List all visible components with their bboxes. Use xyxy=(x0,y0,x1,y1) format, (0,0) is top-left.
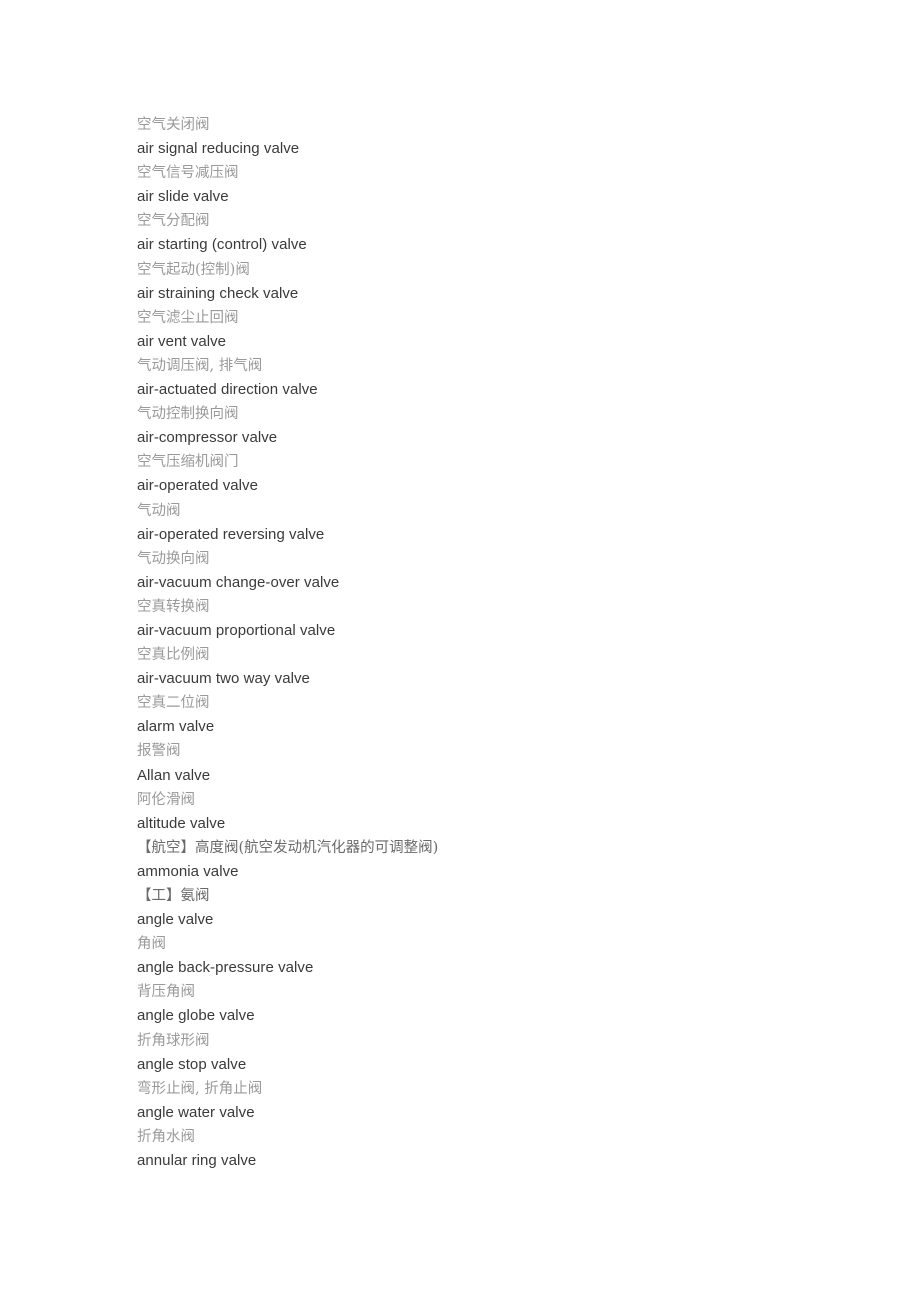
glossary-term-line: alarm valve xyxy=(137,718,215,736)
glossary-translation-line: 空气分配阀 xyxy=(137,213,210,230)
glossary-term-line: air-compressor valve xyxy=(137,429,278,447)
glossary-term-line: air-actuated direction valve xyxy=(137,381,318,399)
glossary-term-line: angle valve xyxy=(137,911,214,929)
glossary-term-line: angle back-pressure valve xyxy=(137,959,314,977)
glossary-translation-line: 气动换向阀 xyxy=(137,550,210,567)
glossary-term-line: annular ring valve xyxy=(137,1152,257,1170)
glossary-translation-line: 气动阀 xyxy=(137,502,181,519)
glossary-translation-line: 【航空】高度阀(航空发动机汽化器的可调整阀) xyxy=(137,839,439,856)
glossary-translation-line: 角阀 xyxy=(137,936,166,953)
glossary-translation-line: 背压角阀 xyxy=(137,984,195,1001)
glossary-translation-line: 阿伦滑阀 xyxy=(137,791,195,808)
glossary-translation-line: 气动控制换向阀 xyxy=(137,406,239,423)
glossary-translation-line: 空气起动(控制)阀 xyxy=(137,261,250,278)
glossary-term-line: angle globe valve xyxy=(137,1007,255,1025)
glossary-term-line: air straining check valve xyxy=(137,284,299,302)
glossary-translation-line: 空气压缩机阀门 xyxy=(137,454,239,471)
glossary-term-line: air starting (control) valve xyxy=(137,236,307,254)
glossary-translation-line: 空气滤尘止回阀 xyxy=(137,309,239,326)
glossary-term-line: air slide valve xyxy=(137,188,229,206)
glossary-term-line: air signal reducing valve xyxy=(137,140,300,158)
glossary-term-line: altitude valve xyxy=(137,814,226,832)
glossary-translation-line: 空真转换阀 xyxy=(137,598,210,615)
glossary-translation-line: 折角球形阀 xyxy=(137,1032,210,1049)
glossary-term-line: air-operated valve xyxy=(137,477,258,495)
glossary-translation-line: 空真二位阀 xyxy=(137,695,210,712)
glossary-translation-line: 空气信号减压阀 xyxy=(137,165,239,182)
glossary-translation-line: 报警阀 xyxy=(137,743,181,760)
glossary-term-line: Allan valve xyxy=(137,766,211,784)
glossary-entry-list: 空气关闭阀 air signal reducing valve 空气信号减压阀 air… xyxy=(137,113,877,1173)
glossary-translation-line: 空真比例阀 xyxy=(137,647,210,664)
glossary-translation-line: 弯形止阀, 折角止阀 xyxy=(137,1080,263,1097)
glossary-page: 空气关闭阀 air signal reducing valve 空气信号减压阀 air… xyxy=(0,0,920,1302)
glossary-term-line: angle stop valve xyxy=(137,1055,247,1073)
glossary-term-line: air-vacuum change-over valve xyxy=(137,573,340,591)
glossary-term-line: air vent valve xyxy=(137,332,227,350)
glossary-term-line: air-vacuum proportional valve xyxy=(137,621,336,639)
glossary-term-line: air-operated reversing valve xyxy=(137,525,325,543)
glossary-translation-line: 空气关闭阀 xyxy=(137,117,210,133)
glossary-term-line: angle water valve xyxy=(137,1103,255,1121)
glossary-term-line: ammonia valve xyxy=(137,862,239,880)
glossary-translation-line: 【工】氨阀 xyxy=(137,888,210,904)
glossary-translation-line: 折角水阀 xyxy=(137,1128,195,1145)
glossary-translation-line: 气动调压阀, 排气阀 xyxy=(137,357,263,374)
glossary-term-line: air-vacuum two way valve xyxy=(137,670,310,688)
